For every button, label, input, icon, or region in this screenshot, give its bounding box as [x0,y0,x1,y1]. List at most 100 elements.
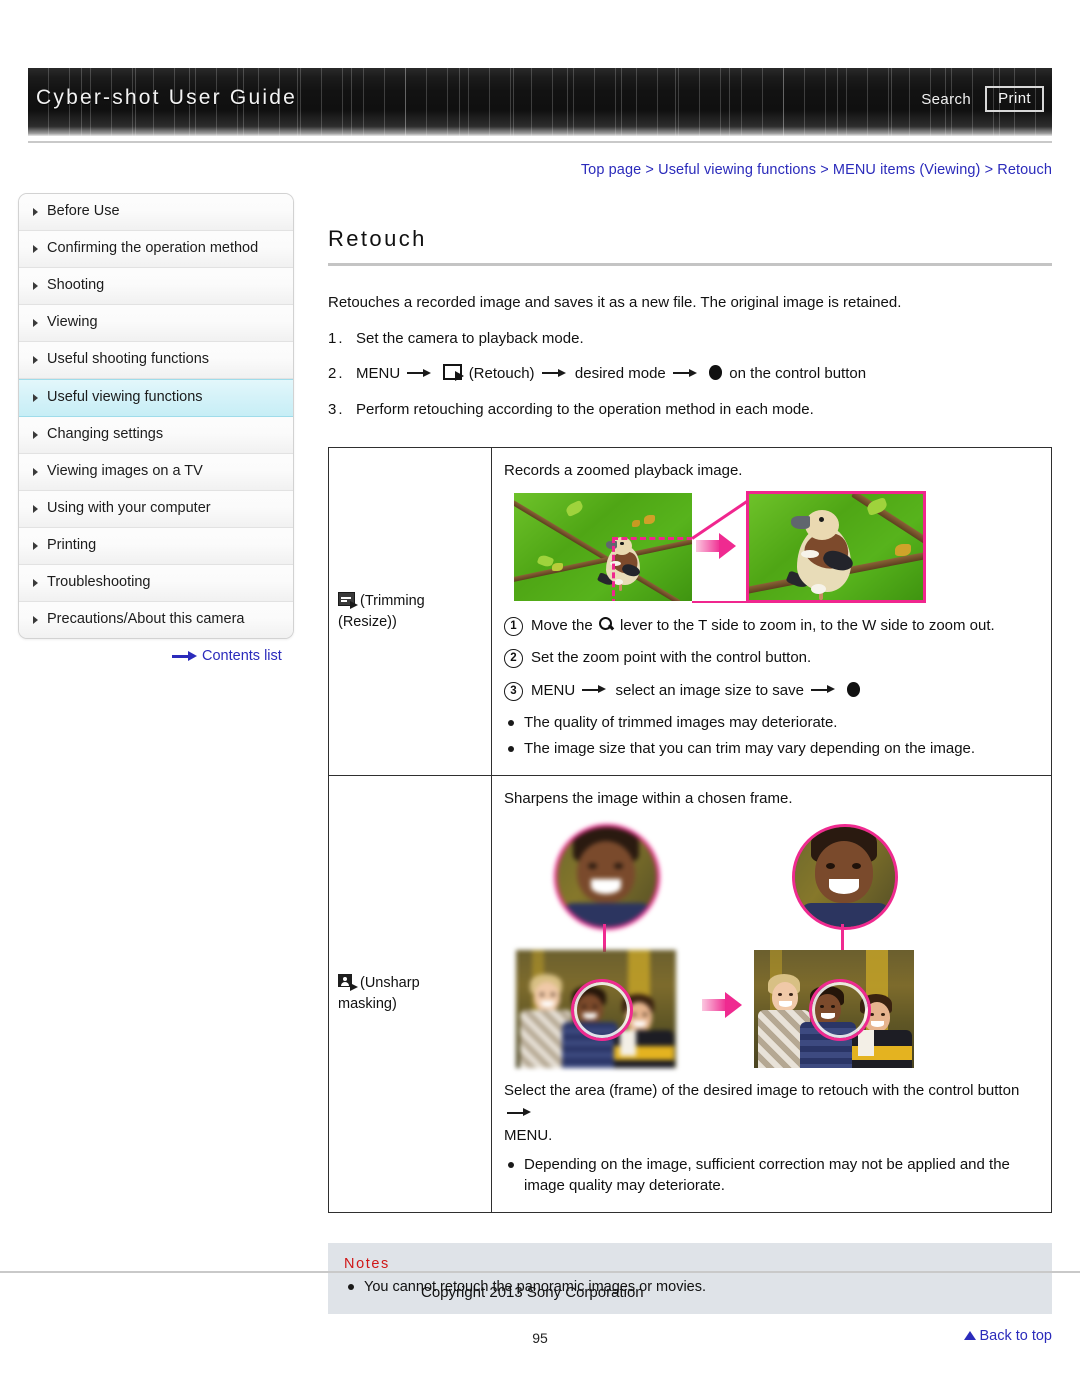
magnified-face-after [792,824,898,931]
footer-divider [0,1271,1080,1273]
desired-mode-label: desired mode [574,365,666,383]
original-photo [514,492,692,601]
chevron-right-icon [33,245,38,253]
site-title: Cyber-shot User Guide [36,86,297,109]
sidebar-item-label: Shooting [47,277,105,293]
sidebar-item-label: Viewing images on a TV [47,463,203,479]
note-bullet-text: Depending on the image, sufficient corre… [524,1155,1010,1195]
mode-label-line1: (Unsharp [360,975,420,992]
sidebar-item-changing-settings[interactable]: Changing settings [19,417,293,454]
magnifier-connector-after [841,924,844,953]
sidebar-item-label: Printing [47,537,97,553]
arrow-right-icon [582,685,608,694]
copyright-text: Copyright 2013 Sony Corporation [421,1284,644,1301]
search-button[interactable]: Search [921,91,971,108]
chevron-right-icon [33,616,38,624]
sidebar-item-label: Confirming the operation method [47,240,259,256]
header-divider [28,141,1052,143]
sidebar-item-troubleshooting[interactable]: Troubleshooting [19,565,293,602]
sidebar-item-useful-viewing-functions[interactable]: Useful viewing functions [19,379,293,417]
sidebar-item-label: Precautions/About this camera [47,611,245,627]
sidebar-item-shooting[interactable]: Shooting [19,268,293,305]
arrow-right-icon [672,368,699,377]
unsharp-body-text: Select the area (frame) of the desired i… [504,1080,1041,1148]
chevron-right-icon [33,208,38,216]
sidebar-item-before-use[interactable]: Before Use [19,194,293,231]
header-actions: Search Print [921,86,1044,113]
sidebar-item-precautions-about-this-camera[interactable]: Precautions/About this camera [19,602,293,638]
site-header: Cyber-shot User Guide Search Print [28,68,1052,136]
numbered-instruction-3: 3 MENU select an image size to save [504,680,1041,703]
chevron-right-icon [33,505,38,513]
step-number: 2. [328,365,345,383]
sidebar-item-using-with-your-computer[interactable]: Using with your computer [19,491,293,528]
table-row: (Trimming (Resize)) Records a zoomed pla… [328,447,1052,776]
chevron-right-icon [33,468,38,476]
crop-selection-frame [612,536,692,601]
control-button-dot-icon [847,681,861,697]
numbered-instruction-2: 2 Set the zoom point with the control bu… [504,647,1041,670]
sidebar-item-viewing-images-on-a-tv[interactable]: Viewing images on a TV [19,454,293,491]
header-background: Cyber-shot User Guide Search Print [28,68,1052,136]
step-circle-number: 1 [504,616,523,636]
bullet-icon [508,1161,514,1168]
intro-paragraph: Retouches a recorded image and saves it … [328,294,902,311]
unsharp-body-line1: Select the area (frame) of the desired i… [504,1082,1020,1100]
arrow-right-icon [172,651,198,661]
sidebar-item-confirming-the-operation-method[interactable]: Confirming the operation method [19,231,293,268]
step-text: MENU (Retouch) desired mode on the contr… [356,363,1052,386]
step-3: 3. Perform retouching according to the o… [328,399,1052,422]
instruction-text: Set the zoom point with the control butt… [531,649,812,667]
step-number: 3. [328,400,345,418]
step-circle-number: 3 [504,681,523,701]
bullet-icon [348,1284,354,1291]
control-button-dot-icon [709,365,723,381]
sidebar-item-label: Troubleshooting [47,574,151,590]
retouch-icon [442,364,464,382]
menu-label: MENU [356,365,401,383]
instruction-text: Move the lever to the T side to zoom in,… [531,615,995,638]
sidebar-item-label: Viewing [47,314,98,330]
arrow-right-icon [541,368,568,377]
bullet-icon [508,745,514,752]
chevron-right-icon [33,356,38,364]
numbered-instruction-1: 1 Move the lever to the T side to zoom i… [504,615,1041,638]
page-number: 95 [532,1330,548,1346]
trimming-illustration [514,490,926,604]
print-button[interactable]: Print [985,86,1044,113]
sidebar-item-printing[interactable]: Printing [19,528,293,565]
chevron-right-icon [33,319,38,327]
mode-label-unsharp-masking: (Unsharp masking) [328,774,492,1214]
mode-description-trimming: Records a zoomed playback image. 1 Move … [491,447,1052,776]
note-bullet: The quality of trimmed images may deteri… [504,712,1041,733]
unsharp-body-line2: MENU. [504,1127,553,1145]
contents-list-label: Contents list [202,648,282,664]
arrow-right-icon [407,368,433,377]
retouch-caption: (Retouch) [468,365,535,383]
table-row: (Unsharp masking) Sharpens the image wit… [328,774,1052,1214]
note-bullet-text: The quality of trimmed images may deteri… [524,714,838,732]
contents-list-link[interactable]: Contents list [172,648,282,664]
instruction-text: MENU select an image size to save [531,680,863,703]
note-bullet: The image size that you can trim may var… [504,738,1041,759]
note-bullet: Depending on the image, sufficient corre… [504,1154,1041,1197]
sidebar-nav: Before Use Confirming the operation meth… [18,193,294,639]
step-text: Set the camera to playback mode. [356,329,584,347]
sidebar-item-label: Useful shooting functions [47,351,210,367]
sidebar-item-viewing[interactable]: Viewing [19,305,293,342]
mode-label-line1: (Trimming [360,592,425,609]
transform-arrow-icon [702,992,748,1019]
trimming-icon [338,591,358,609]
title-divider [328,263,1052,266]
retouch-modes-table: (Trimming (Resize)) Records a zoomed pla… [328,447,1052,1214]
step-number: 1. [328,329,345,347]
page-title: Retouch [328,226,427,251]
step-circle-number: 2 [504,649,523,669]
chevron-right-icon [33,394,38,402]
sidebar-item-useful-shooting-functions[interactable]: Useful shooting functions [19,342,293,379]
sidebar-item-label: Useful viewing functions [47,389,203,405]
chevron-right-icon [33,431,38,439]
breadcrumb[interactable]: Top page > Useful viewing functions > ME… [581,162,1052,178]
bullet-icon [508,720,514,727]
instruction-text-post: select an image size to save [615,681,804,699]
